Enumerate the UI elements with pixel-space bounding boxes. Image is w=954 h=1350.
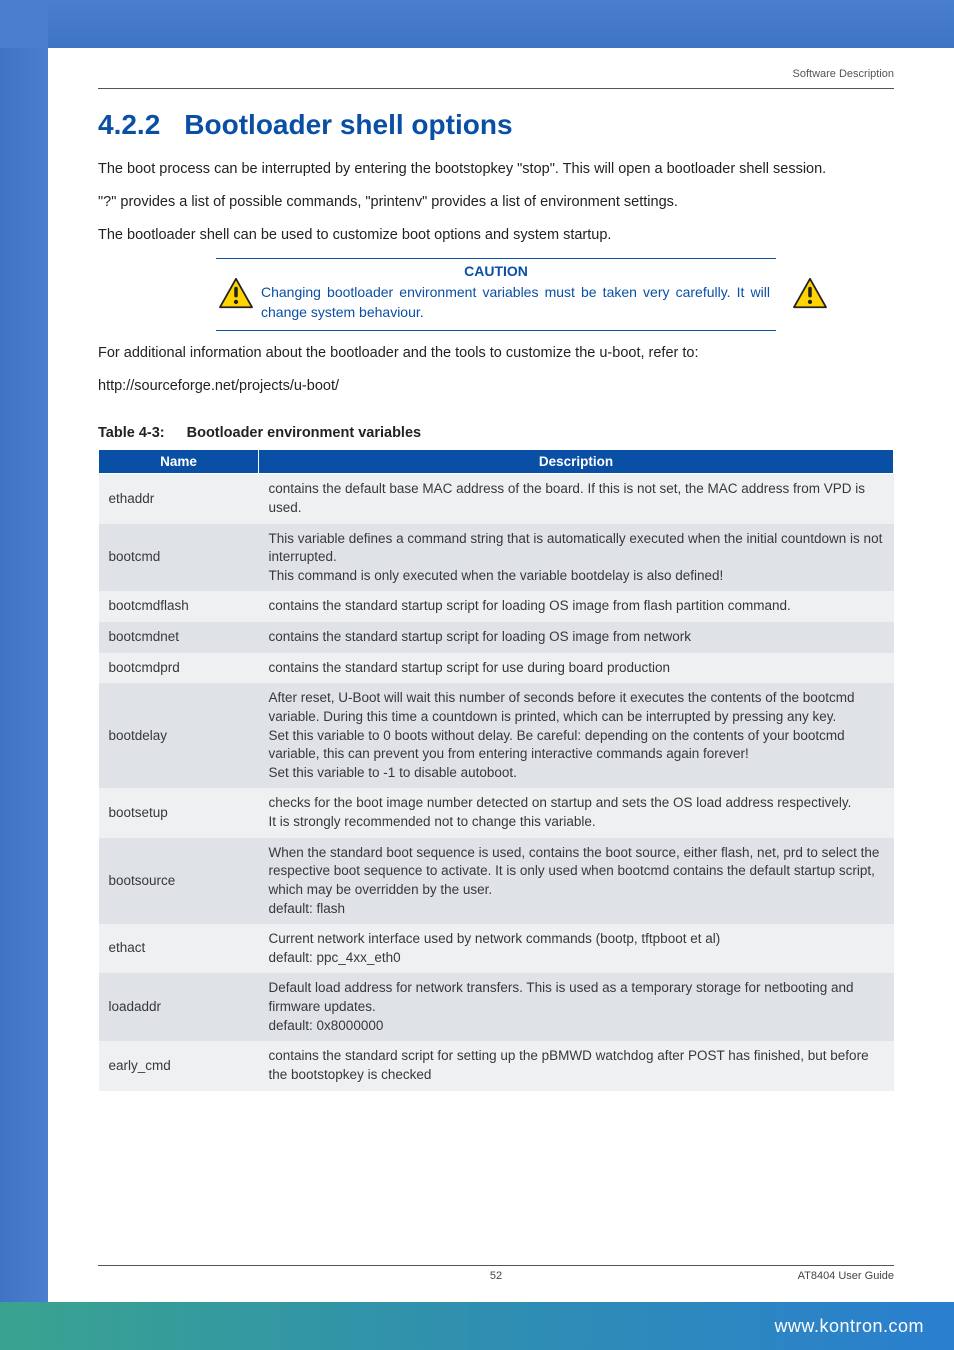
var-desc: contains the standard startup script for… [259,622,894,653]
table-row: bootcmdprdcontains the standard startup … [99,653,894,684]
table-row: bootcmdflashcontains the standard startu… [99,591,894,622]
table-number: Table 4-3: [98,425,165,441]
bottom-brand-band: www.kontron.com [0,1302,954,1350]
running-header: Software Description [98,68,894,80]
table-row: loadaddrDefault load address for network… [99,973,894,1041]
table-row: bootsourceWhen the standard boot sequenc… [99,838,894,925]
guide-title: AT8404 User Guide [798,1270,894,1282]
header-rule [98,88,894,89]
page-number: 52 [490,1270,502,1282]
var-desc: This variable defines a command string t… [259,524,894,592]
paragraph: The bootloader shell can be used to cust… [98,225,894,246]
var-desc: contains the standard startup script for… [259,591,894,622]
var-desc: Current network interface used by networ… [259,924,894,973]
var-desc: contains the standard script for setting… [259,1041,894,1090]
table-row: bootcmdThis variable defines a command s… [99,524,894,592]
var-name: bootcmd [99,524,259,592]
table-title: Bootloader environment variables [187,425,421,441]
var-desc: After reset, U-Boot will wait this numbe… [259,683,894,788]
caution-box: CAUTION Changing bootloader environment … [216,258,776,331]
section-heading: 4.2.2 Bootloader shell options [98,109,894,141]
env-variables-table: Name Description ethaddrcontains the def… [98,449,894,1090]
caution-body: Changing bootloader environment variable… [216,283,776,322]
caution-title: CAUTION [216,263,776,279]
warning-icon [218,277,254,309]
var-name: bootcmdnet [99,622,259,653]
col-header-desc: Description [259,450,894,474]
col-header-name: Name [99,450,259,474]
table-row: early_cmdcontains the standard script fo… [99,1041,894,1090]
var-name: bootsetup [99,788,259,837]
table-caption: Table 4-3: Bootloader environment variabl… [98,425,894,441]
table-row: bootcmdnetcontains the standard startup … [99,622,894,653]
table-header-row: Name Description [99,450,894,474]
reference-url: http://sourceforge.net/projects/u-boot/ [98,376,894,397]
var-name: bootsource [99,838,259,925]
table-row: ethaddrcontains the default base MAC add… [99,474,894,524]
var-desc: contains the standard startup script for… [259,653,894,684]
var-name: ethact [99,924,259,973]
paragraph: The boot process can be interrupted by e… [98,159,894,180]
table-row: bootdelayAfter reset, U-Boot will wait t… [99,683,894,788]
var-name: bootcmdflash [99,591,259,622]
var-name: early_cmd [99,1041,259,1090]
var-name: bootcmdprd [99,653,259,684]
var-desc: checks for the boot image number detecte… [259,788,894,837]
paragraph: For additional information about the boo… [98,343,894,364]
page-content: Software Description 4.2.2 Bootloader she… [48,48,954,1350]
section-number: 4.2.2 [98,109,160,140]
var-desc: When the standard boot sequence is used,… [259,838,894,925]
corner-decoration [0,0,48,48]
var-name: loadaddr [99,973,259,1041]
section-title: Bootloader shell options [184,109,512,140]
top-decoration-band [0,0,954,48]
page-footer: 52 AT8404 User Guide [98,1265,894,1282]
left-decoration-band [0,0,48,1350]
paragraph: "?" provides a list of possible commands… [98,192,894,213]
var-name: bootdelay [99,683,259,788]
var-desc: contains the default base MAC address of… [259,474,894,524]
var-name: ethaddr [99,474,259,524]
warning-icon [792,277,828,309]
brand-url[interactable]: www.kontron.com [774,1316,924,1337]
table-row: ethactCurrent network interface used by … [99,924,894,973]
table-row: bootsetupchecks for the boot image numbe… [99,788,894,837]
var-desc: Default load address for network transfe… [259,973,894,1041]
